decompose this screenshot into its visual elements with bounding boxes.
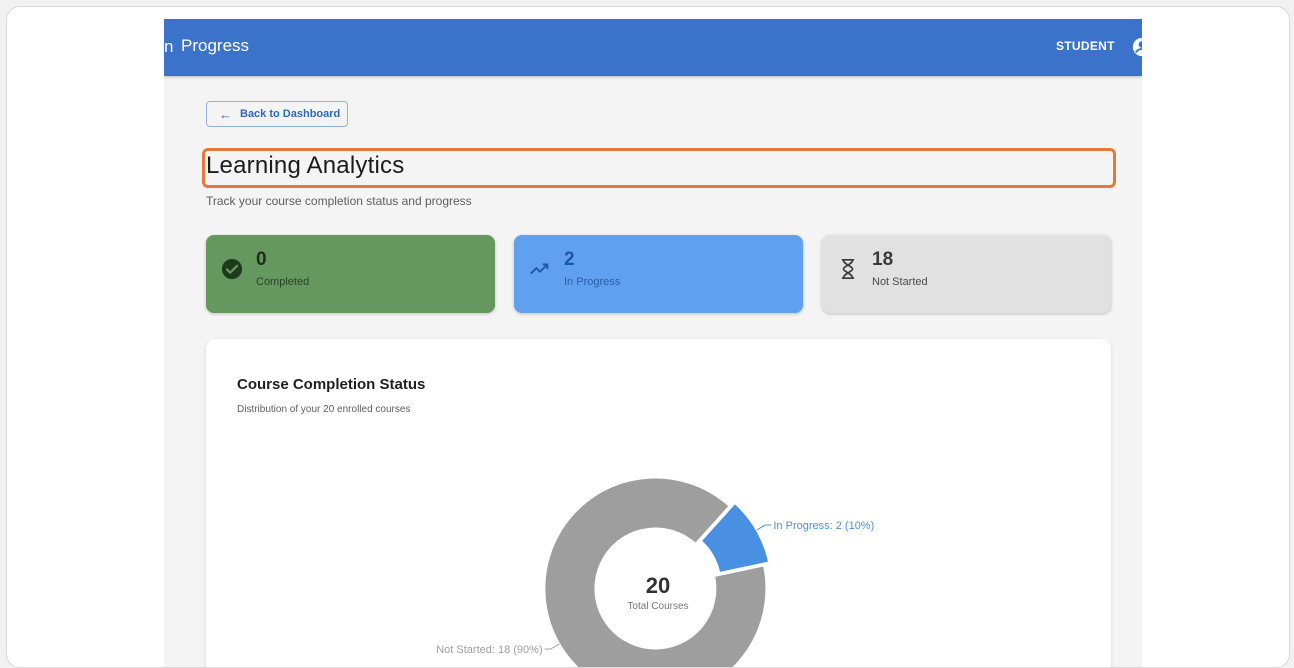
back-to-dashboard-button[interactable]: ← Back to Dashboard — [206, 101, 348, 127]
stat-label: In Progress — [564, 276, 621, 288]
app-bar: n Progress STUDENT — [164, 19, 1142, 76]
stat-label: Not Started — [872, 276, 928, 288]
course-completion-panel: Course Completion Status Distribution of… — [206, 339, 1111, 667]
stat-value: 18 — [872, 249, 894, 270]
app-viewport: n Progress STUDENT ← Back to Dashboard L… — [164, 19, 1142, 667]
donut-center-label: Total Courses — [627, 601, 688, 612]
stat-label: Completed — [256, 276, 310, 288]
stat-card-in-progress: 2 In Progress — [514, 235, 803, 313]
arrow-left-icon: ← — [219, 106, 232, 122]
page-title: Learning Analytics — [206, 152, 405, 179]
donut-center-value: 20 — [646, 573, 670, 598]
slice-leader-line — [756, 524, 772, 531]
slice-label: Not Started: 18 (90%) — [436, 644, 542, 656]
slice-label: In Progress: 2 (10%) — [773, 520, 874, 532]
hourglass-icon — [841, 259, 855, 279]
page-subtitle: Track your course completion status and … — [206, 194, 472, 208]
account-circle-icon[interactable] — [1132, 37, 1142, 57]
trending-up-icon — [530, 263, 549, 275]
back-button-label: Back to Dashboard — [240, 108, 341, 120]
stat-card-not-started: 18 Not Started — [822, 235, 1111, 313]
app-bar-truncated-text: n — [164, 37, 174, 56]
browser-frame: n Progress STUDENT ← Back to Dashboard L… — [6, 6, 1290, 668]
app-bar-title: Progress — [181, 36, 250, 55]
slice-leader-line — [544, 643, 560, 650]
stat-value: 0 — [256, 249, 267, 270]
check-circle-icon — [221, 258, 243, 280]
stat-card-completed: 0 Completed — [206, 235, 495, 313]
completion-donut-chart: In Progress: 2 (10%) Not Started: 18 (90%… — [436, 476, 874, 667]
stat-value: 2 — [564, 249, 575, 270]
user-role-label: STUDENT — [1056, 39, 1115, 53]
